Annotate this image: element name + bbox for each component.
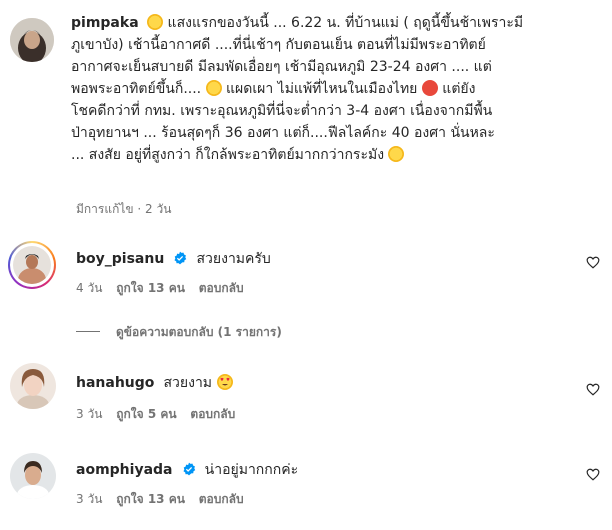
comment-username[interactable]: aomphiyada <box>76 462 172 478</box>
comment-likes[interactable]: ถูกใจ 5 คน <box>116 407 176 421</box>
comment-likes[interactable]: ถูกใจ 13 คน <box>116 492 185 506</box>
verified-badge-icon <box>183 462 195 476</box>
verified-badge-icon <box>174 251 187 265</box>
like-heart-icon[interactable] <box>586 468 600 481</box>
caption-line-4c: แต่ยัง <box>442 81 476 97</box>
comment-text: สวยงามครับ <box>196 251 271 267</box>
comment-time[interactable]: 3 วัน <box>76 407 102 421</box>
comment-text: สวยงาม <box>163 375 213 391</box>
sun-emoji-icon <box>205 80 222 96</box>
avatar-image <box>10 18 54 62</box>
comment-likes[interactable]: ถูกใจ 13 คน <box>116 281 185 295</box>
caption-line-2: ภูเขาบัง) เช้านี้อากาศดี ....ที่นี่เช้าๆ… <box>71 37 486 53</box>
avatar-image <box>10 453 56 499</box>
heart-eyes-emoji-icon <box>217 374 234 390</box>
like-heart-icon[interactable] <box>586 256 600 269</box>
caption-line-6: ป่าอุทยานฯ ... ร้อนสุดๆก็ 36 องศา แต่ก็.… <box>71 125 495 141</box>
avatar[interactable] <box>10 363 56 409</box>
reply-button[interactable]: ตอบกลับ <box>190 407 235 421</box>
comment-username[interactable]: hanahugo <box>76 375 154 391</box>
caption-username[interactable]: pimpaka <box>71 15 139 31</box>
caption-line-4a: พอพระอาทิตย์ขึ้นก็.... <box>71 81 202 97</box>
caption-line-7: ... สงสัย อยู่ที่สูงกว่า ก็ใกล้พระอาทิตย… <box>71 147 385 163</box>
replies-divider <box>76 331 100 332</box>
caption-meta: มีการแก้ไข · 2 วัน <box>76 202 172 216</box>
avatar[interactable] <box>10 18 54 62</box>
comment-time[interactable]: 3 วัน <box>76 492 102 506</box>
comment-time[interactable]: 4 วัน <box>76 281 102 295</box>
avatar[interactable] <box>13 246 51 284</box>
caption-line-4b: แผดเผา ไม่แพ้ที่ไหนในเมืองไทย <box>226 81 418 97</box>
hot-face-emoji-icon <box>421 80 438 96</box>
sun-emoji-icon <box>147 14 164 30</box>
view-replies-button[interactable]: ดูข้อความตอบกลับ (1 รายการ) <box>116 323 282 342</box>
sun-emoji-icon <box>388 146 405 162</box>
like-heart-icon[interactable] <box>586 383 600 396</box>
caption: pimpaka แสงแรกของวันนี้ ... 6.22 น. ที่บ… <box>71 12 591 166</box>
comment-username[interactable]: boy_pisanu <box>76 251 164 267</box>
caption-line-3: อากาศจะเย็นสบายดี มีลมพัดเอื่อยๆ เช้ามีอ… <box>71 59 492 75</box>
reply-button[interactable]: ตอบกลับ <box>199 492 244 506</box>
reply-button[interactable]: ตอบกลับ <box>199 281 244 295</box>
comment-text: น่าอยู่มากกกค่ะ <box>204 462 299 478</box>
avatar-image <box>13 246 51 284</box>
caption-line-5: โชคดีกว่าที่ กทม. เพราะอุณหภูมิที่นี่จะต… <box>71 103 493 119</box>
caption-line-1: แสงแรกของวันนี้ ... 6.22 น. ที่บ้านแม่ (… <box>167 15 524 31</box>
avatar-image <box>10 363 56 409</box>
avatar[interactable] <box>10 453 56 499</box>
